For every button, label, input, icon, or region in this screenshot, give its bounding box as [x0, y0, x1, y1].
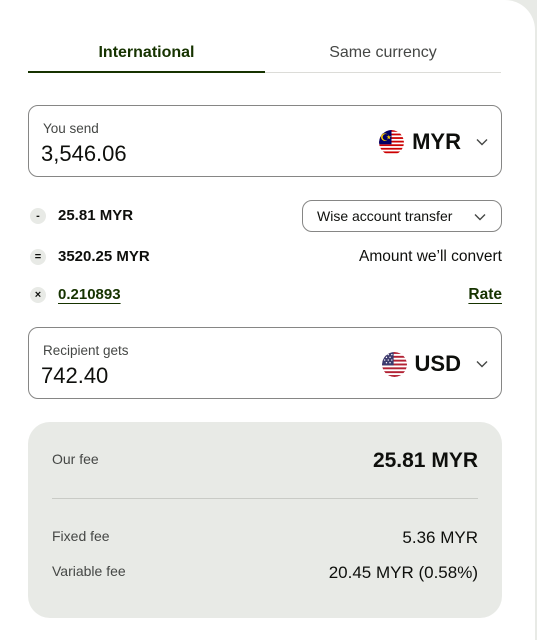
send-currency-code: MYR	[412, 129, 461, 154]
rate-link[interactable]: Rate	[468, 286, 502, 304]
send-currency-selector[interactable]: MYR	[379, 128, 489, 156]
our-fee-value: 25.81 MYR	[372, 449, 478, 472]
receive-amount-box[interactable]: Recipient gets 742.40 USD	[28, 327, 502, 399]
tab-same-currency[interactable]: Same currency	[265, 38, 501, 74]
fixed-fee-value: 5.36 MYR	[402, 528, 478, 547]
multiply-operator-icon: ×	[30, 287, 46, 303]
equals-operator-icon: =	[30, 249, 46, 265]
receive-currency-selector[interactable]: USD	[381, 350, 489, 378]
receive-amount-label: Recipient gets	[43, 343, 129, 358]
transfer-type-tabs: International Same currency	[28, 38, 501, 74]
fee-divider	[52, 498, 478, 499]
usa-flag-icon	[381, 351, 407, 377]
send-amount-label: You send	[43, 121, 99, 136]
tab-international[interactable]: International	[28, 38, 265, 74]
exchange-rate-value[interactable]: 0.210893	[58, 286, 121, 303]
chevron-down-icon	[476, 361, 488, 368]
fee-row: - 25.81 MYR Wise account transfer	[28, 200, 502, 232]
minus-operator-icon: -	[30, 208, 46, 224]
chevron-down-icon	[474, 214, 486, 221]
variable-fee-value: 20.45 MYR (0.58%)	[328, 563, 478, 582]
our-fee-label: Our fee	[52, 451, 99, 467]
rate-row: × 0.210893 Rate	[28, 281, 502, 309]
receive-amount-input[interactable]	[41, 363, 291, 389]
payment-method-select[interactable]: Wise account transfer	[302, 200, 502, 232]
fee-summary-panel: Our fee 25.81 MYR Fixed fee 5.36 MYR Var…	[28, 422, 502, 618]
malaysia-flag-icon	[379, 129, 405, 155]
chevron-down-icon	[476, 139, 488, 146]
convert-amount: 3520.25 MYR	[58, 248, 150, 265]
fixed-fee-label: Fixed fee	[52, 528, 110, 544]
tab-divider	[265, 72, 501, 73]
fee-amount: 25.81 MYR	[58, 207, 134, 224]
variable-fee-label: Variable fee	[52, 563, 126, 579]
active-tab-indicator	[28, 71, 265, 73]
convert-row: = 3520.25 MYR Amount we’ll convert	[28, 243, 502, 271]
payment-method-value: Wise account transfer	[317, 208, 453, 224]
receive-currency-code: USD	[414, 351, 461, 376]
transfer-calculator-card: International Same currency You send 3,5…	[0, 0, 535, 640]
send-amount-input[interactable]	[41, 141, 291, 167]
send-amount-box[interactable]: You send 3,546.06 MYR	[28, 105, 502, 177]
convert-label: Amount we’ll convert	[358, 248, 502, 265]
